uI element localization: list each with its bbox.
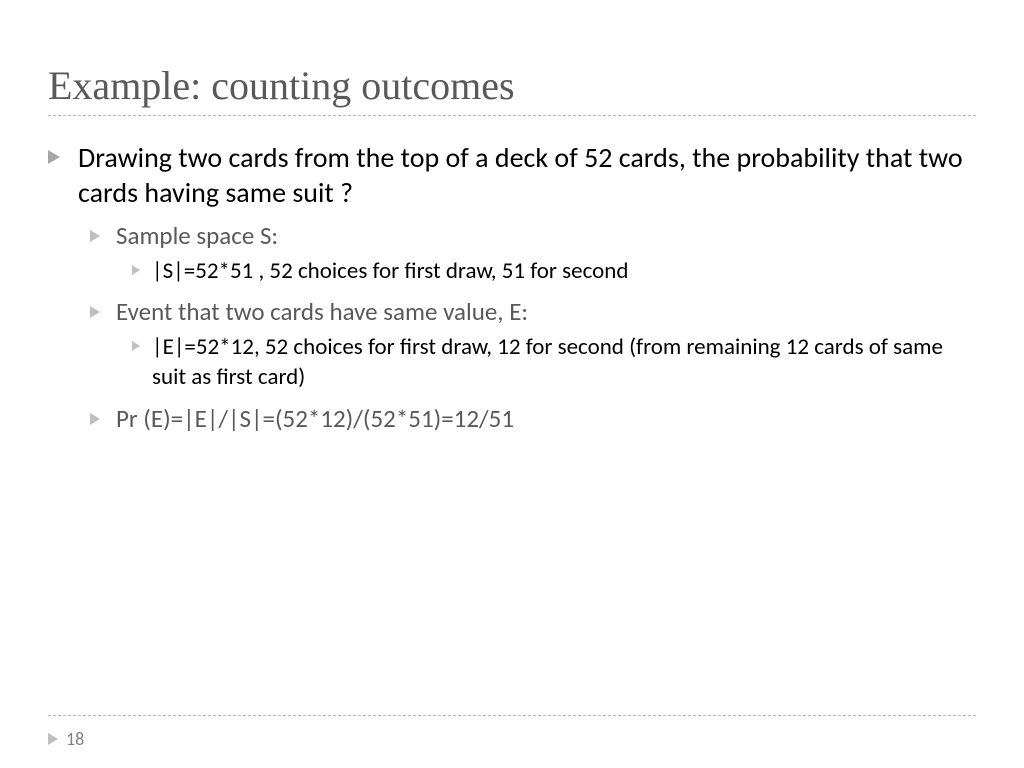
bullet-level-2: Sample space S: — [48, 220, 976, 253]
bullet-level-3: |S|=52*51 , 52 choices for first draw, 5… — [48, 257, 976, 287]
event-detail: |E|=52*12, 52 choices for first draw, 12… — [152, 333, 976, 393]
triangle-bullet-icon — [48, 733, 58, 745]
triangle-bullet-icon — [90, 413, 100, 425]
footer-divider — [48, 715, 976, 716]
triangle-bullet-icon — [90, 230, 100, 242]
event-label: Event that two cards have same value, E: — [116, 296, 528, 329]
slide-title: Example: counting outcomes — [48, 62, 976, 116]
probability-result: Pr (E)=|E|/|S|=(52*12)/(52*51)=12/51 — [116, 403, 514, 436]
triangle-bullet-icon — [90, 306, 100, 318]
bullet-level-1: Drawing two cards from the top of a deck… — [48, 140, 976, 210]
main-point-text: Drawing two cards from the top of a deck… — [78, 140, 976, 210]
sample-space-detail: |S|=52*51 , 52 choices for first draw, 5… — [152, 257, 628, 287]
triangle-bullet-icon — [132, 265, 140, 275]
bullet-level-3: |E|=52*12, 52 choices for first draw, 12… — [48, 333, 976, 393]
slide: Example: counting outcomes Drawing two c… — [0, 0, 1024, 768]
triangle-bullet-icon — [132, 341, 140, 351]
page-number: 18 — [66, 728, 84, 750]
slide-body: Drawing two cards from the top of a deck… — [48, 140, 976, 439]
bullet-level-2: Event that two cards have same value, E: — [48, 296, 976, 329]
bullet-level-2: Pr (E)=|E|/|S|=(52*12)/(52*51)=12/51 — [48, 403, 976, 436]
sample-space-label: Sample space S: — [116, 220, 278, 253]
page-number-region: 18 — [48, 728, 84, 750]
triangle-bullet-icon — [48, 150, 60, 164]
